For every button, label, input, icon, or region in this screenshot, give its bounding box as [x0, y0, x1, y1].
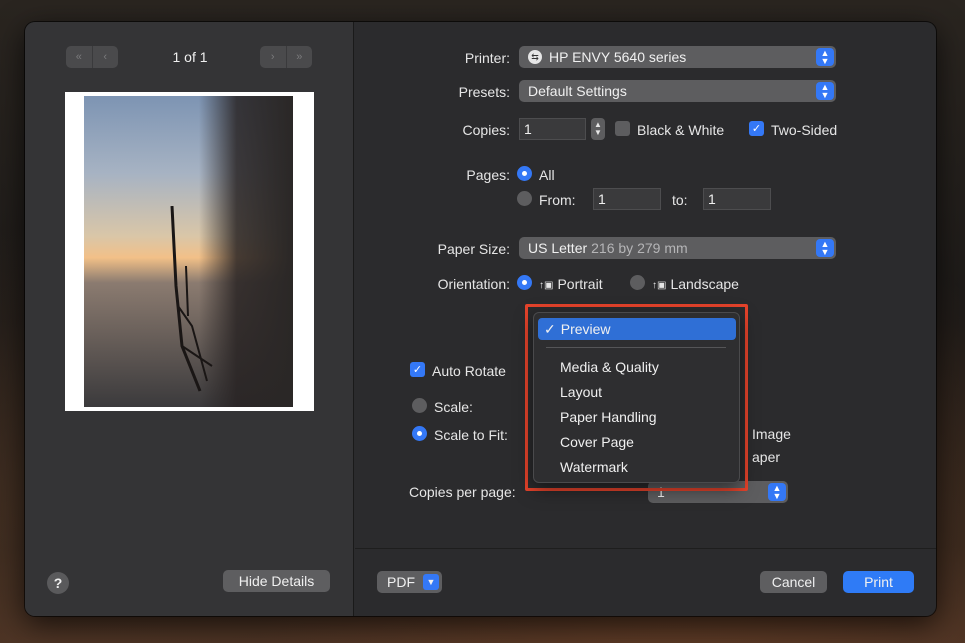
footer-divider: [355, 548, 936, 549]
pages-all-label: All: [539, 167, 555, 183]
hide-details-button[interactable]: Hide Details: [223, 570, 330, 592]
prev-page-button[interactable]: ‹: [93, 46, 119, 68]
print-button[interactable]: Print: [843, 571, 914, 593]
chevron-updown-icon: ▲ ▼: [816, 48, 834, 66]
paper-size-popup[interactable]: US Letter 216 by 279 mm ▲ ▼: [519, 237, 836, 259]
landscape-radio[interactable]: [630, 275, 645, 290]
menu-item-watermark[interactable]: Watermark: [538, 456, 736, 478]
auto-rotate-label: Auto Rotate: [432, 363, 506, 379]
menu-item-cover-page[interactable]: Cover Page: [538, 431, 736, 453]
pages-from-radio[interactable]: [517, 191, 532, 206]
scale-label: Scale:: [434, 399, 473, 415]
copies-field[interactable]: 1: [519, 118, 586, 140]
pages-from-label: From:: [539, 192, 576, 208]
landscape-label: Landscape: [670, 276, 739, 292]
fill-entire-paper-label: aper: [752, 449, 781, 465]
printer-popup[interactable]: ⇆ HP ENVY 5640 series ▲ ▼: [519, 46, 836, 68]
landscape-option: ↑▣ Landscape: [652, 276, 739, 292]
page-count: 1 of 1: [172, 49, 208, 65]
pages-to-field[interactable]: 1: [703, 188, 771, 210]
pages-label: Pages:: [466, 167, 510, 183]
printer-value: HP ENVY 5640 series: [549, 49, 687, 65]
page-preview: [65, 92, 314, 411]
page-nav-back: « ‹: [66, 46, 118, 68]
portrait-icon: ↑▣: [539, 280, 554, 291]
preview-photo: [84, 96, 293, 407]
two-sided-label: Two-Sided: [771, 122, 838, 138]
paper-size-label: Paper Size:: [437, 241, 510, 257]
menu-item-paper-handling[interactable]: Paper Handling: [538, 406, 736, 428]
pages-to-label: to:: [672, 192, 688, 208]
chevron-down-icon: ▼: [423, 574, 439, 590]
first-page-button[interactable]: «: [66, 46, 93, 68]
menu-item-media-quality[interactable]: Media & Quality: [538, 356, 736, 378]
printer-icon: ⇆: [528, 50, 542, 64]
orientation-label: Orientation:: [437, 276, 510, 292]
preview-pane: « ‹ 1 of 1 › » ? Hide Details: [25, 22, 354, 616]
page-nav-forward: › »: [260, 46, 312, 68]
photo-driftwood: [170, 206, 213, 392]
section-menu: ✓ Preview Media & Quality Layout Paper Ha…: [533, 312, 740, 483]
pages-from-field[interactable]: 1: [593, 188, 661, 210]
last-page-button[interactable]: »: [287, 46, 313, 68]
print-dialog: « ‹ 1 of 1 › » ? Hide Details: [25, 22, 936, 616]
portrait-option: ↑▣ Portrait: [539, 276, 603, 292]
menu-item-label: Preview: [560, 321, 611, 337]
paper-size-detail: 216 by 279 mm: [591, 240, 688, 256]
scale-radio[interactable]: [412, 398, 427, 413]
checkmark-icon: ✓: [544, 320, 556, 337]
menu-separator: [546, 347, 726, 348]
printer-label: Printer:: [464, 50, 510, 66]
scale-to-fit-label: Scale to Fit:: [434, 427, 508, 443]
cancel-button[interactable]: Cancel: [760, 571, 827, 593]
next-page-button[interactable]: ›: [260, 46, 287, 68]
black-white-checkbox[interactable]: [615, 121, 630, 136]
copies-stepper[interactable]: ▲ ▼: [591, 118, 605, 140]
chevron-updown-icon: ▲ ▼: [816, 239, 834, 257]
menu-item-preview[interactable]: ✓ Preview: [538, 318, 736, 340]
auto-rotate-checkbox[interactable]: ✓: [410, 362, 425, 377]
black-white-label: Black & White: [637, 122, 725, 138]
paper-size-value: US Letter: [528, 240, 588, 256]
portrait-label: Portrait: [557, 276, 603, 292]
pdf-menu-button[interactable]: PDF ▼: [377, 571, 442, 593]
chevron-updown-icon: ▲ ▼: [768, 483, 786, 501]
scale-to-fit-radio[interactable]: [412, 426, 427, 441]
presets-label: Presets:: [458, 84, 510, 100]
copies-per-page-label: Copies per page:: [409, 484, 516, 500]
portrait-radio[interactable]: [517, 275, 532, 290]
pages-all-radio[interactable]: [517, 166, 532, 181]
chevron-updown-icon: ▲ ▼: [816, 82, 834, 100]
two-sided-checkbox[interactable]: ✓: [749, 121, 764, 136]
pdf-label: PDF: [387, 574, 415, 590]
menu-item-layout[interactable]: Layout: [538, 381, 736, 403]
print-entire-image-label: Image: [752, 426, 791, 442]
presets-value: Default Settings: [528, 83, 627, 99]
help-button[interactable]: ?: [47, 572, 69, 594]
presets-popup[interactable]: Default Settings ▲ ▼: [519, 80, 836, 102]
copies-label: Copies:: [462, 122, 510, 138]
landscape-icon: ↑▣: [652, 280, 667, 291]
